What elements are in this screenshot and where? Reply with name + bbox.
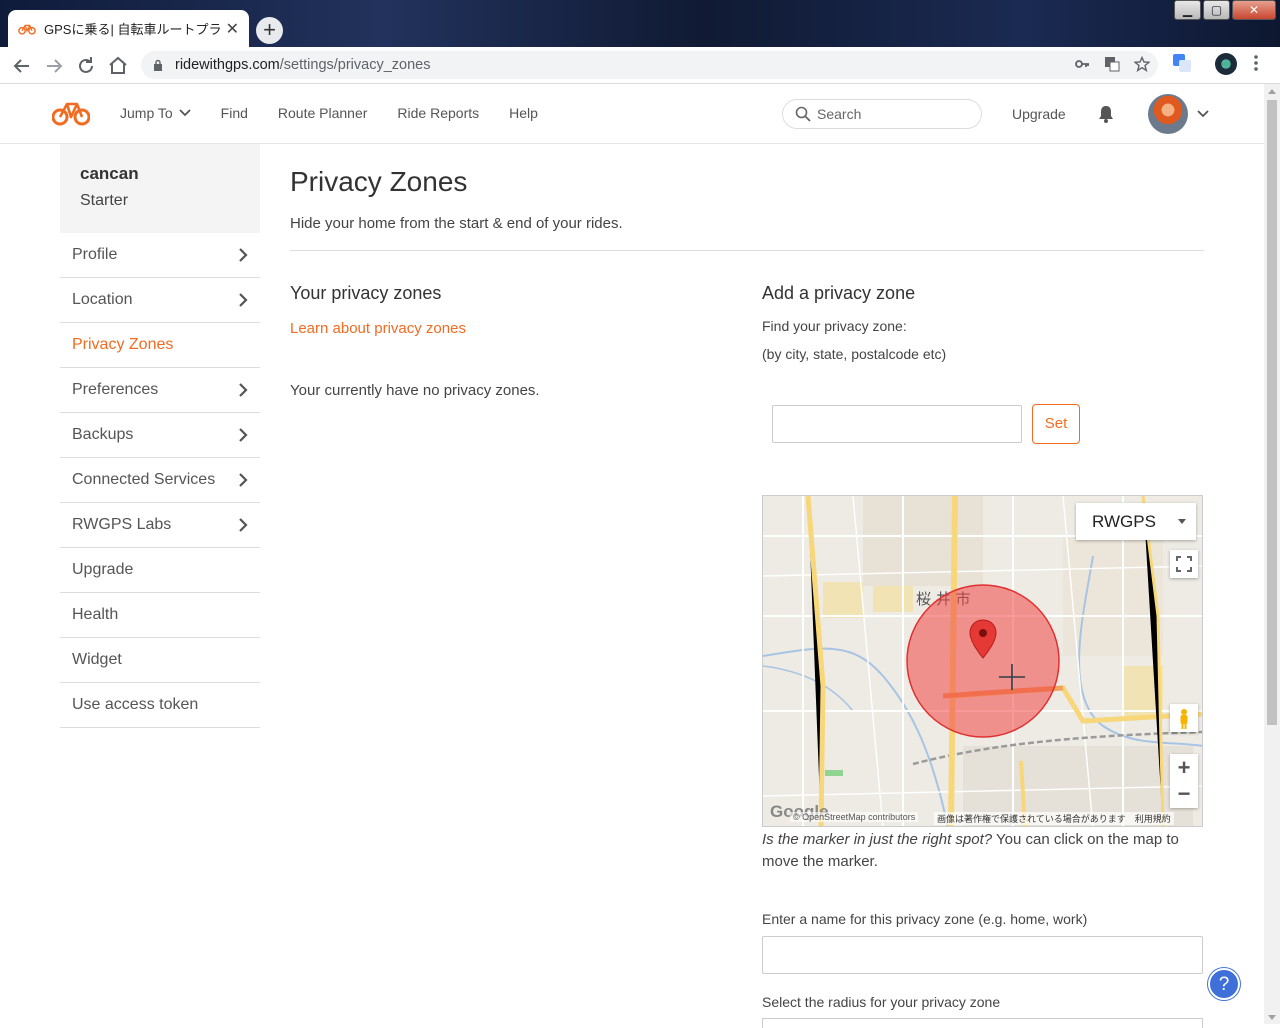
scroll-down-arrow-icon[interactable] — [1268, 1015, 1276, 1020]
search-input[interactable]: Search — [782, 99, 982, 129]
chevron-right-icon — [239, 473, 248, 487]
caret-down-icon — [1178, 519, 1186, 524]
sidebar-item-health[interactable]: Health — [60, 593, 260, 638]
nav-ride-reports[interactable]: Ride Reports — [397, 105, 479, 121]
address-bar[interactable]: ridewithgps.com/settings/privacy_zones — [141, 51, 1158, 79]
street-view-pegman-icon[interactable] — [1170, 704, 1198, 732]
zoom-in-button[interactable]: + — [1170, 754, 1198, 781]
site-header: Jump To Find Route Planner Ride Reports … — [0, 84, 1264, 144]
menu-dots-icon[interactable] — [1252, 53, 1260, 73]
bookmark-star-icon[interactable] — [1134, 56, 1150, 72]
help-button[interactable]: ? — [1208, 968, 1240, 1000]
chevron-down-icon[interactable] — [1197, 110, 1209, 118]
back-arrow-icon[interactable] — [10, 54, 34, 78]
nav-jump-to[interactable]: Jump To — [120, 105, 191, 121]
lock-icon — [154, 59, 162, 71]
sidebar-item-rwgps-labs[interactable]: RWGPS Labs — [60, 503, 260, 548]
page-subtitle: Hide your home from the start & end of y… — [290, 215, 623, 232]
rwgps-logo-icon[interactable] — [52, 99, 90, 127]
section-divider — [290, 250, 1204, 251]
scroll-thumb[interactable] — [1267, 100, 1277, 725]
nav-find[interactable]: Find — [221, 105, 248, 121]
set-location-button[interactable]: Set — [1032, 404, 1080, 444]
chevron-right-icon — [239, 293, 248, 307]
marker-instructions: Is the marker in just the right spot? Yo… — [762, 831, 1179, 870]
sidebar-item-preferences[interactable]: Preferences — [60, 368, 260, 413]
zoom-controls: + − — [1170, 754, 1198, 808]
radius-label: Select the radius for your privacy zone — [762, 994, 1001, 1010]
no-zones-message: Your currently have no privacy zones. — [290, 382, 540, 399]
location-search-input[interactable] — [772, 405, 1022, 443]
sidebar-item-widget[interactable]: Widget — [60, 638, 260, 683]
settings-menu: Profile Location Privacy Zones Preferenc… — [60, 233, 260, 728]
new-tab-button[interactable]: + — [256, 17, 283, 44]
reload-icon[interactable] — [74, 54, 98, 78]
forward-arrow-icon[interactable] — [42, 54, 66, 78]
profile-avatar-icon[interactable] — [1215, 53, 1237, 75]
privacy-zone-map[interactable]: 桜 井 市 — [762, 495, 1203, 827]
scroll-up-arrow-icon[interactable] — [1268, 89, 1276, 94]
map-tiles[interactable]: 桜 井 市 — [763, 496, 1203, 827]
minimize-icon[interactable]: ▁ — [1174, 0, 1201, 20]
maximize-icon[interactable]: ▢ — [1203, 0, 1230, 20]
user-plan: Starter — [80, 192, 129, 209]
window-close-icon[interactable]: ✕ — [1232, 0, 1276, 20]
browser-toolbar: ridewithgps.com/settings/privacy_zones — [0, 47, 1280, 84]
sidebar-item-privacy-zones[interactable]: Privacy Zones — [60, 323, 260, 368]
chevron-right-icon — [239, 428, 248, 442]
search-icon — [795, 106, 811, 122]
sidebar-item-profile[interactable]: Profile — [60, 233, 260, 278]
page-title: Privacy Zones — [290, 166, 468, 197]
translate-icon[interactable] — [1104, 56, 1120, 72]
radius-select[interactable] — [762, 1018, 1203, 1028]
add-zone-heading: Add a privacy zone — [762, 283, 916, 303]
nav-route-planner[interactable]: Route Planner — [278, 105, 368, 121]
browser-tab[interactable]: GPSに乗る| 自転車ルートプラン ✕ — [8, 10, 249, 47]
map-terms-text[interactable]: 画像は著作権で保護されている場合があります 利用規約 — [934, 812, 1174, 825]
main-nav: Jump To Find Route Planner Ride Reports … — [120, 105, 568, 121]
rwgps-favicon-icon — [18, 24, 36, 35]
url-text: ridewithgps.com/settings/privacy_zones — [175, 57, 431, 73]
notification-bell-icon[interactable] — [1096, 104, 1116, 124]
browser-titlebar: GPSに乗る| 自転車ルートプラン ✕ + ▁ ▢ ✕ — [0, 0, 1280, 47]
tab-title: GPSに乗る| 自転車ルートプラン — [44, 22, 220, 37]
sidebar-item-upgrade[interactable]: Upgrade — [60, 548, 260, 593]
chevron-down-icon — [179, 109, 191, 117]
home-icon[interactable] — [106, 54, 130, 78]
header-upgrade-link[interactable]: Upgrade — [1012, 106, 1066, 122]
zoom-out-button[interactable]: − — [1170, 781, 1198, 808]
zone-name-input[interactable] — [762, 936, 1203, 974]
privacy-zone-circle — [906, 584, 1060, 738]
chevron-right-icon — [239, 248, 248, 262]
zone-name-label: Enter a name for this privacy zone (e.g.… — [762, 911, 1088, 927]
user-card: cancan Starter — [60, 144, 260, 233]
find-zone-hint: (by city, state, postalcode etc) — [762, 346, 947, 362]
chevron-right-icon — [239, 518, 248, 532]
sidebar-item-access-token[interactable]: Use access token — [60, 683, 260, 728]
find-zone-label: Find your privacy zone: — [762, 318, 907, 334]
chevron-right-icon — [239, 383, 248, 397]
map-attribution[interactable]: © OpenStreetMap contributors — [790, 812, 919, 822]
your-zones-heading: Your privacy zones — [290, 283, 442, 303]
tab-close-icon[interactable]: ✕ — [226, 19, 239, 39]
window-controls: ▁ ▢ ✕ — [1172, 0, 1276, 20]
google-translate-extension-icon[interactable] — [1172, 53, 1192, 73]
user-avatar[interactable] — [1148, 94, 1188, 134]
page-scrollbar[interactable] — [1264, 84, 1280, 1024]
map-layer-select[interactable]: RWGPS — [1076, 503, 1196, 540]
search-placeholder: Search — [817, 106, 862, 122]
learn-privacy-zones-link[interactable]: Learn about privacy zones — [290, 320, 466, 337]
key-icon[interactable] — [1074, 56, 1090, 72]
user-name: cancan — [80, 164, 139, 183]
sidebar-item-backups[interactable]: Backups — [60, 413, 260, 458]
sidebar-item-connected-services[interactable]: Connected Services — [60, 458, 260, 503]
sidebar-item-location[interactable]: Location — [60, 278, 260, 323]
nav-help[interactable]: Help — [509, 105, 538, 121]
fullscreen-icon[interactable] — [1170, 550, 1198, 578]
